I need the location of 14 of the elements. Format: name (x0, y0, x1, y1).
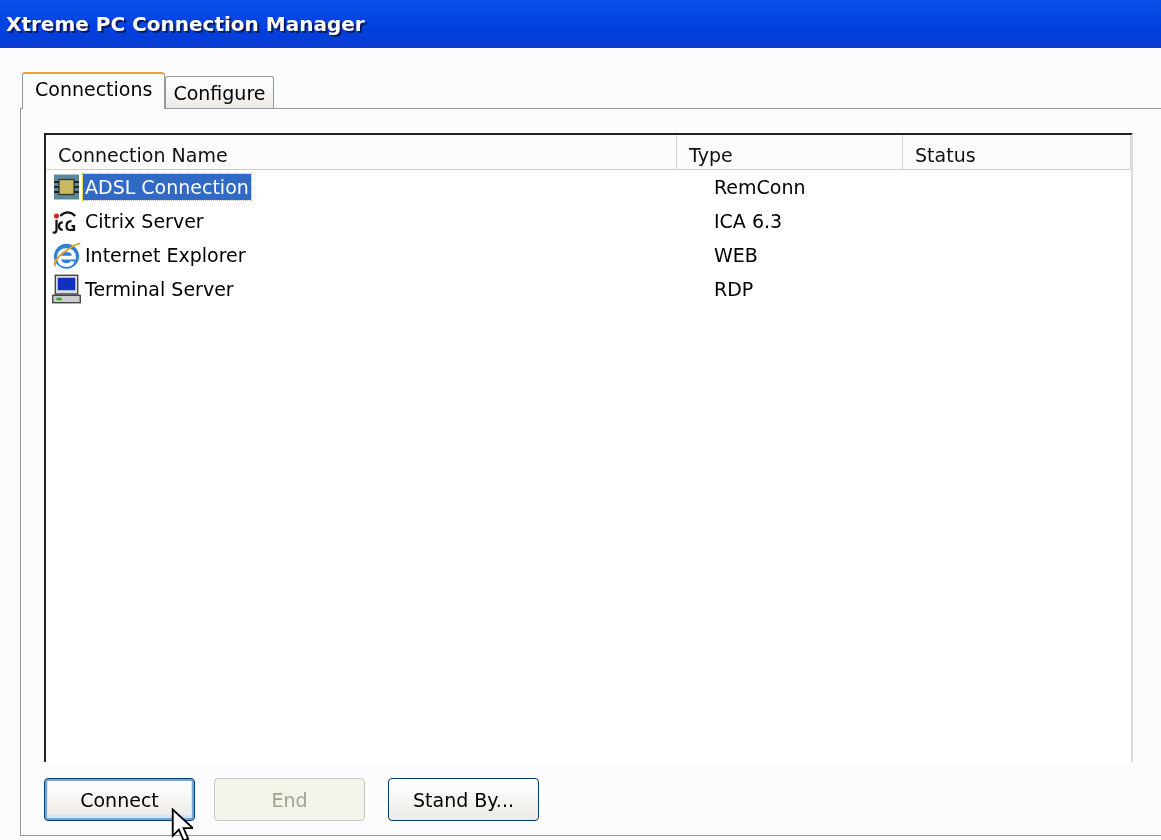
connection-name[interactable]: Internet Explorer (83, 242, 248, 268)
connection-name[interactable]: Terminal Server (83, 276, 236, 302)
tab[interactable]: Configure (165, 76, 274, 108)
computer-icon (50, 274, 83, 304)
connection-name[interactable]: Citrix Server (83, 208, 206, 234)
connection-type: ICA 6.3 (714, 210, 783, 232)
window-title: Xtreme PC Connection Manager (6, 12, 365, 36)
connection-type: WEB (714, 244, 758, 266)
connection-type: RDP (714, 278, 754, 300)
connection-name[interactable]: ADSL Connection (83, 174, 251, 200)
connection-type: RemConn (714, 176, 806, 198)
action-button[interactable]: Stand By... (388, 778, 539, 821)
tab[interactable]: Connections (22, 72, 166, 109)
action-button[interactable]: Connect (44, 778, 195, 821)
